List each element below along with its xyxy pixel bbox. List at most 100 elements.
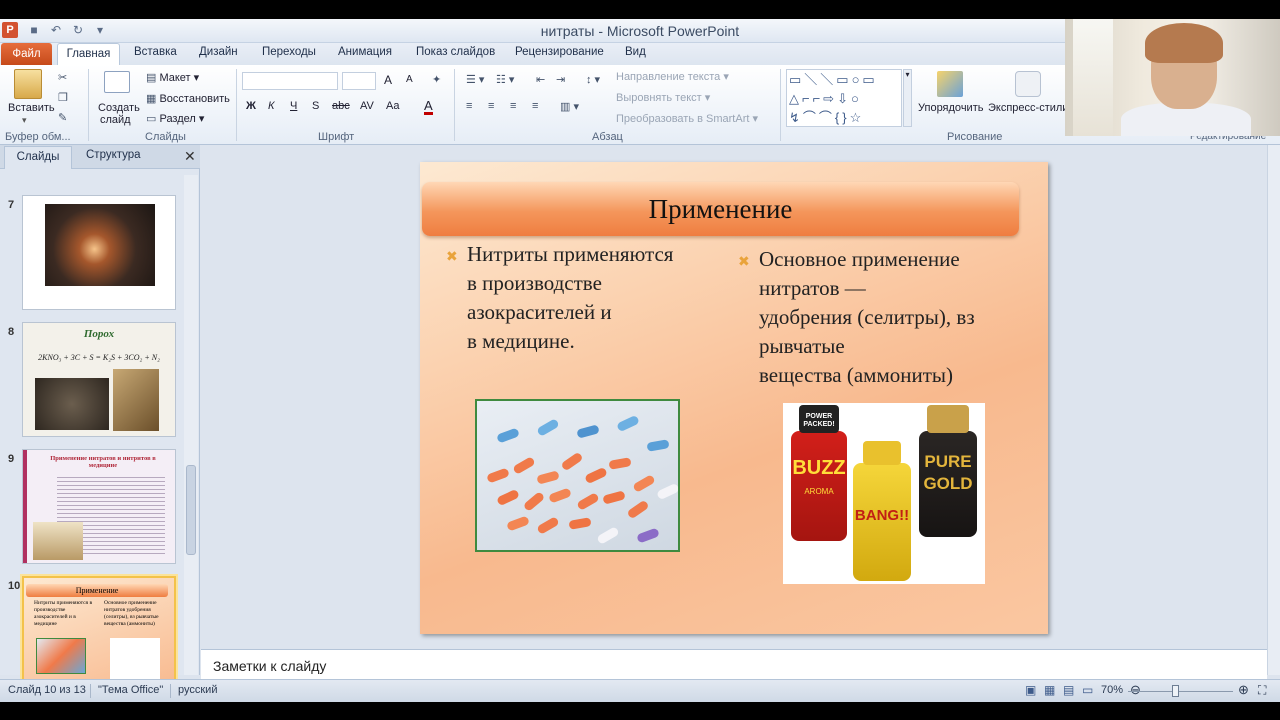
pill	[584, 466, 608, 485]
numbering-icon[interactable]: ☷ ▾	[496, 73, 514, 86]
align-text-button[interactable]: Выровнять текст ▾	[616, 91, 710, 104]
align-center-icon[interactable]: ≡	[488, 100, 494, 112]
separator	[88, 69, 89, 141]
tab-design[interactable]: Дизайн	[199, 46, 238, 58]
notes-placeholder[interactable]: Заметки к слайду	[213, 658, 326, 674]
language[interactable]: русский	[178, 684, 217, 696]
tab-transitions[interactable]: Переходы	[262, 46, 316, 58]
align-right-icon[interactable]: ≡	[510, 100, 516, 112]
fit-slide-icon[interactable]: ⛶	[1258, 683, 1266, 698]
arrange-icon[interactable]	[937, 71, 963, 97]
section-button[interactable]: ▭ Раздел ▾	[146, 112, 204, 125]
font-size-combo[interactable]	[342, 72, 376, 90]
clear-format-icon[interactable]: ✦	[432, 73, 441, 86]
close-pane-icon[interactable]: ✕	[184, 148, 196, 165]
section-label: Раздел	[159, 113, 196, 125]
reset-button[interactable]: ▦ Восстановить	[146, 92, 230, 105]
thumbnail-title: Порох	[83, 328, 115, 340]
thumbnail-photo	[45, 204, 155, 286]
pill	[636, 527, 660, 544]
slideshow-icon[interactable]: ▭	[1082, 683, 1093, 697]
right-bullet-text[interactable]: Основное применение нитратов — удобрения…	[759, 245, 1029, 390]
tab-home[interactable]: Главная	[57, 43, 120, 65]
editor-scrollbar[interactable]	[1267, 145, 1280, 675]
pill	[576, 492, 600, 511]
new-slide-icon[interactable]	[104, 71, 130, 93]
shapes-gallery[interactable]: ▭＼＼▭○▭ △⌐⌐⇨⇩○ ↯⌒⌒{}☆	[786, 69, 902, 127]
bold-button[interactable]: Ж	[246, 100, 256, 112]
tab-outline[interactable]: Структура	[86, 149, 141, 161]
quick-styles-button[interactable]: Экспресс-стили	[988, 102, 1068, 114]
tab-animation[interactable]: Анимация	[338, 46, 392, 58]
paste-icon[interactable]	[14, 69, 42, 99]
slide-thumbnail-10[interactable]: Применение Нитриты применяются в произво…	[22, 576, 176, 691]
paste-button[interactable]: Вставить	[8, 102, 55, 114]
slide-thumbnail-8[interactable]: Порох 2KNO₃ + 3C + S = K₂S + 3CO₂ + N₂	[22, 322, 176, 437]
normal-view-icon[interactable]: ▣	[1025, 683, 1036, 697]
align-left-icon[interactable]: ≡	[466, 100, 472, 112]
slide-sorter-icon[interactable]: ▦	[1044, 683, 1055, 697]
arrange-button[interactable]: Упорядочить	[918, 102, 983, 114]
paste-dropdown-icon[interactable]: ▾	[22, 115, 27, 126]
slide-thumbnail-9[interactable]: Применение нитратов и нитритов в медицин…	[22, 449, 176, 564]
underline-button[interactable]: Ч	[290, 100, 297, 112]
text-direction-button[interactable]: Направление текста ▾	[616, 70, 729, 83]
pills-image[interactable]	[475, 399, 680, 552]
copy-icon[interactable]: ❐	[58, 91, 68, 104]
slide-number: 8	[8, 326, 15, 338]
slides-pane-scroll-thumb[interactable]	[186, 465, 196, 555]
slide-title[interactable]: Применение	[422, 194, 1019, 225]
font-name-combo[interactable]	[242, 72, 338, 90]
left-bullet-text[interactable]: Нитриты применяются в производстве азокр…	[467, 240, 727, 356]
tab-slides[interactable]: Слайды	[4, 146, 72, 169]
current-slide[interactable]: Применение ✖ Нитриты применяются в произ…	[420, 162, 1048, 634]
shrink-font-button[interactable]: A	[406, 74, 413, 85]
quick-styles-icon[interactable]	[1015, 71, 1041, 97]
bullets-icon[interactable]: ☰ ▾	[466, 73, 484, 86]
smartart-button[interactable]: Преобразовать в SmartArt ▾	[616, 112, 758, 125]
char-spacing-button[interactable]: AV	[360, 100, 374, 112]
thumbnail-pills-image	[36, 638, 86, 674]
line-spacing-icon[interactable]: ↕ ▾	[586, 73, 600, 86]
tab-slideshow[interactable]: Показ слайдов	[416, 46, 495, 58]
italic-button[interactable]: К	[268, 100, 274, 112]
tab-review[interactable]: Рецензирование	[515, 46, 604, 58]
bottle-bang: BANG!!	[853, 441, 911, 581]
pill	[548, 487, 572, 504]
zoom-level[interactable]: 70%	[1101, 684, 1123, 696]
bottle-sub: AROMA	[804, 487, 834, 496]
zoom-out-icon[interactable]: ⊖	[1130, 682, 1141, 698]
reading-view-icon[interactable]: ▤	[1063, 683, 1074, 697]
change-case-button[interactable]: Aa	[386, 100, 399, 112]
slides-pane-scrollbar[interactable]	[184, 175, 198, 675]
increase-indent-icon[interactable]: ⇥	[556, 73, 565, 86]
layout-button[interactable]: ▤ Макет ▾	[146, 71, 199, 84]
bottles-image[interactable]: POWER PACKED! BUZZ AROMA BANG!! PURE GOL…	[783, 403, 985, 584]
tab-view[interactable]: Вид	[625, 46, 646, 58]
slide-number: 9	[8, 453, 15, 465]
decrease-indent-icon[interactable]: ⇤	[536, 73, 545, 86]
zoom-in-icon[interactable]: ⊕	[1238, 682, 1249, 698]
cut-icon[interactable]: ✂	[58, 71, 67, 84]
shapes-more-button[interactable]: ▾	[903, 69, 912, 127]
grow-font-button[interactable]: A	[384, 73, 392, 87]
zoom-slider-track[interactable]	[1128, 691, 1233, 692]
columns-icon[interactable]: ▥ ▾	[560, 100, 579, 113]
new-slide-label[interactable]: слайд	[100, 114, 131, 126]
new-slide-button[interactable]: Создать	[98, 102, 140, 114]
theme-name[interactable]: "Тема Office"	[98, 684, 163, 696]
tab-file[interactable]: Файл	[1, 43, 52, 65]
pill	[536, 516, 560, 535]
tab-insert[interactable]: Вставка	[134, 46, 177, 58]
slide-number: 10	[8, 580, 21, 592]
justify-icon[interactable]: ≡	[532, 100, 538, 112]
strikethrough-button[interactable]: abc	[332, 100, 350, 112]
shadow-button[interactable]: S	[312, 100, 319, 112]
notes-pane[interactable]: Заметки к слайду	[201, 649, 1267, 679]
smartart-label: Преобразовать в SmartArt	[616, 113, 750, 125]
format-painter-icon[interactable]: ✎	[58, 111, 67, 124]
powerpoint-window: P ■ ↶ ↻ ▾ нитраты - Microsoft PowerPoint…	[0, 19, 1280, 702]
zoom-slider-knob[interactable]	[1172, 685, 1180, 697]
font-color-button[interactable]: A	[424, 99, 433, 115]
slide-thumbnail-7[interactable]	[22, 195, 176, 310]
